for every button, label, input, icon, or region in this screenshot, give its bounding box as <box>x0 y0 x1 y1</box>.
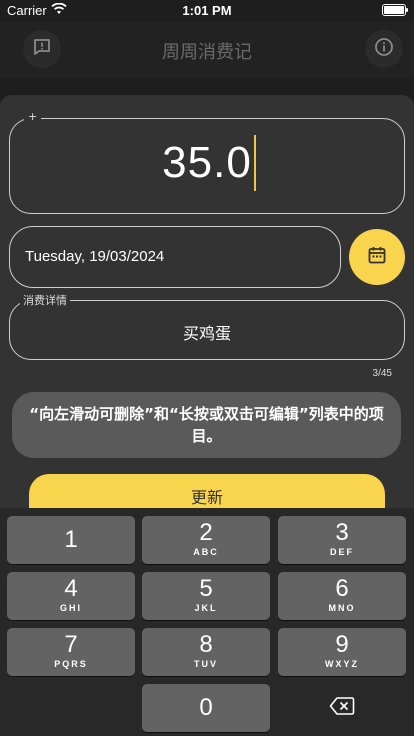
key-digit: 3 <box>335 519 349 546</box>
hint-toast: “向左滑动可删除”和“长按或双击可编辑”列表中的项目。 <box>12 392 401 458</box>
info-button[interactable] <box>365 30 403 68</box>
delete-key[interactable] <box>278 684 406 732</box>
key-3[interactable]: 3 DEF <box>278 516 406 564</box>
page-title: 周周消费记 <box>162 42 252 63</box>
status-time: 1:01 PM <box>182 3 232 18</box>
key-8[interactable]: 8 TUV <box>142 628 270 676</box>
key-digit: 6 <box>335 575 349 602</box>
key-1[interactable]: 1 <box>7 516 135 564</box>
key-4[interactable]: 4 GHI <box>7 572 135 620</box>
backspace-icon <box>329 696 355 720</box>
key-2[interactable]: 2 ABC <box>142 516 270 564</box>
description-legend: 消费详情 <box>20 292 70 308</box>
char-counter: 3/45 <box>372 368 392 379</box>
key-digit: 1 <box>64 526 78 553</box>
key-letters: ABC <box>193 547 219 557</box>
calendar-button[interactable] <box>349 229 405 285</box>
key-5[interactable]: 5 JKL <box>142 572 270 620</box>
key-digit: 4 <box>64 575 78 602</box>
key-digit: 9 <box>335 631 349 658</box>
key-7[interactable]: 7 PQRS <box>7 628 135 676</box>
calendar-icon <box>367 245 387 269</box>
key-digit: 7 <box>64 631 78 658</box>
key-digit: 2 <box>199 519 213 546</box>
key-letters: MNO <box>328 603 356 613</box>
key-letters: PQRS <box>54 659 88 669</box>
status-bar: Carrier 1:01 PM <box>0 0 414 22</box>
date-value: Tuesday, 19/03/2024 <box>25 248 165 265</box>
key-letters: DEF <box>330 547 354 557</box>
key-letters: JKL <box>194 603 218 613</box>
key-6[interactable]: 6 MNO <box>278 572 406 620</box>
key-0[interactable]: 0 <box>142 684 270 732</box>
text-caret <box>254 135 256 191</box>
key-9[interactable]: 9 WXYZ <box>278 628 406 676</box>
key-digit: 8 <box>199 631 213 658</box>
navigation-bar: 周周消费记 <box>0 22 414 78</box>
info-icon <box>374 37 394 61</box>
key-letters: TUV <box>194 659 218 669</box>
key-digit: 5 <box>199 575 213 602</box>
toast-message: “向左滑动可删除”和“长按或双击可编辑”列表中的项目。 <box>29 405 384 445</box>
amount-value[interactable]: 35.0 <box>0 138 414 188</box>
update-button-label: 更新 <box>190 488 223 507</box>
key-letters: GHI <box>59 603 82 613</box>
key-digit: 0 <box>199 694 213 721</box>
battery-icon <box>382 4 408 16</box>
amount-legend: + <box>24 110 42 123</box>
key-letters: WXYZ <box>325 659 359 669</box>
description-value[interactable]: 买鸡蛋 <box>0 320 414 344</box>
